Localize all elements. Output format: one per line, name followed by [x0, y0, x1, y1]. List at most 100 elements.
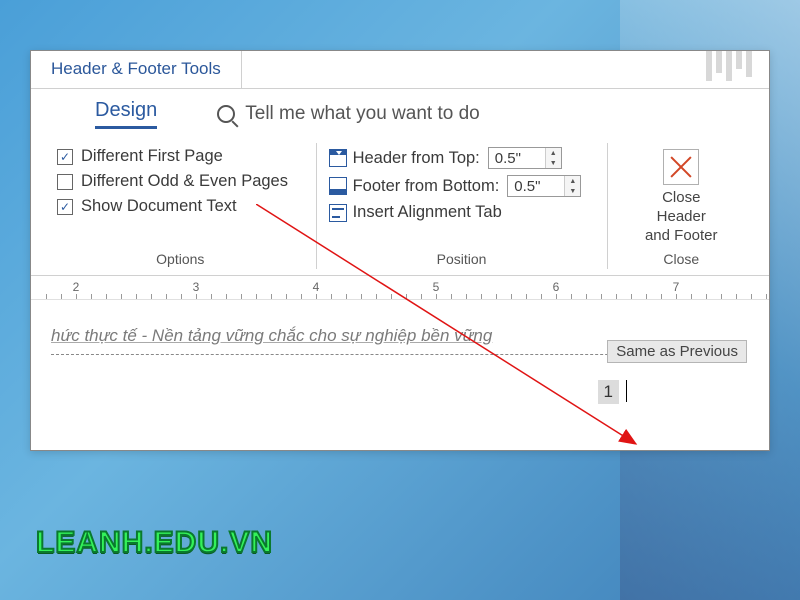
ruler-tick — [316, 294, 317, 299]
ribbon-tabs-row: Design Tell me what you want to do — [45, 89, 755, 135]
page-number-field[interactable]: 1 — [598, 380, 619, 404]
ruler-tick — [181, 294, 182, 299]
ruler-tick — [736, 294, 737, 299]
header-from-top-label: Header from Top: — [353, 149, 480, 168]
ruler-tick — [451, 294, 452, 299]
close-header-footer-button[interactable] — [663, 149, 699, 185]
ruler-tick — [391, 294, 392, 299]
ruler-tick — [331, 294, 332, 299]
ruler-tick — [61, 294, 62, 299]
ruler-tick — [421, 294, 422, 299]
ruler-tick — [46, 294, 47, 299]
ruler-tick — [196, 294, 197, 299]
ruler-tick — [766, 294, 767, 299]
ruler-tick — [571, 294, 572, 299]
group-options: ✓ Different First Page Different Odd & E… — [45, 143, 317, 269]
spinner-up[interactable]: ▲ — [565, 176, 580, 186]
ruler-tick — [346, 294, 347, 299]
ruler-mark: 6 — [553, 280, 560, 294]
text-cursor — [626, 380, 627, 402]
ruler-tick — [481, 294, 482, 299]
ruler-tick — [661, 294, 662, 299]
ruler-tick — [376, 294, 377, 299]
ruler-tick — [301, 294, 302, 299]
ruler-mark: 7 — [673, 280, 680, 294]
ruler-tick — [406, 294, 407, 299]
ruler-tick — [511, 294, 512, 299]
ruler-tick — [166, 294, 167, 299]
ruler-tick — [361, 294, 362, 299]
footer-position-icon — [329, 177, 347, 195]
insert-alignment-tab-button[interactable]: Insert Alignment Tab — [329, 203, 595, 222]
group-label-options: Options — [57, 245, 304, 267]
group-label-close: Close — [620, 245, 744, 267]
header-separator — [51, 354, 693, 355]
ruler-tick — [466, 294, 467, 299]
search-icon — [217, 105, 235, 123]
ruler-tick — [601, 294, 602, 299]
header-from-top-spinner[interactable]: 0.5" ▲ ▼ — [488, 147, 562, 169]
ribbon-groups: ✓ Different First Page Different Odd & E… — [45, 135, 755, 269]
close-button-label: Close Headerand Footer — [638, 189, 726, 245]
ruler-tick — [751, 294, 752, 299]
ribbon: Design Tell me what you want to do ✓ Dif… — [31, 89, 769, 276]
header-position-icon — [329, 149, 347, 167]
ruler-tick — [706, 294, 707, 299]
insert-alignment-label: Insert Alignment Tab — [353, 203, 502, 222]
ruler-tick — [586, 294, 587, 299]
spinner-down[interactable]: ▼ — [565, 186, 580, 196]
checkbox-icon: ✓ — [57, 199, 73, 215]
spinner-up[interactable]: ▲ — [546, 148, 561, 158]
tab-design[interactable]: Design — [95, 99, 157, 129]
ruler-tick — [496, 294, 497, 299]
checkbox-icon — [57, 174, 73, 190]
spinner-down[interactable]: ▼ — [546, 158, 561, 168]
ruler-tick — [616, 294, 617, 299]
ruler-tick — [151, 294, 152, 299]
group-label-position: Position — [329, 245, 595, 267]
header-from-top-row: Header from Top: 0.5" ▲ ▼ — [329, 147, 595, 169]
watermark-logo: LEANH.EDU.VN — [36, 526, 273, 560]
alignment-tab-icon — [329, 204, 347, 222]
checkbox-label: Different First Page — [81, 147, 223, 166]
contextual-tab-title: Header & Footer Tools — [31, 51, 242, 88]
title-bar: Header & Footer Tools — [31, 51, 769, 89]
ruler-tick — [631, 294, 632, 299]
ruler-tick — [676, 294, 677, 299]
checkbox-different-odd-even[interactable]: Different Odd & Even Pages — [57, 172, 304, 191]
footer-from-bottom-spinner[interactable]: 0.5" ▲ ▼ — [507, 175, 581, 197]
ruler-tick — [286, 294, 287, 299]
spinner-value[interactable]: 0.5" — [489, 148, 545, 168]
footer-from-bottom-row: Footer from Bottom: 0.5" ▲ ▼ — [329, 175, 595, 197]
ruler-tick — [436, 294, 437, 299]
ruler-tick — [136, 294, 137, 299]
ruler-tick — [691, 294, 692, 299]
spinner-value[interactable]: 0.5" — [508, 176, 564, 196]
ruler-tick — [211, 294, 212, 299]
ruler-tick — [256, 294, 257, 299]
checkbox-show-document-text[interactable]: ✓ Show Document Text — [57, 197, 304, 216]
ruler-tick — [226, 294, 227, 299]
ruler-mark: 3 — [193, 280, 200, 294]
ruler-tick — [106, 294, 107, 299]
title-corner-decor — [689, 51, 769, 89]
word-window: Header & Footer Tools Design Tell me wha… — [30, 50, 770, 451]
ruler-mark: 5 — [433, 280, 440, 294]
ruler-tick — [541, 294, 542, 299]
tell-me-search[interactable]: Tell me what you want to do — [217, 103, 479, 125]
ruler-tick — [526, 294, 527, 299]
ruler[interactable]: 2 3 4 5 6 7 — [31, 276, 769, 300]
checkbox-label: Show Document Text — [81, 197, 237, 216]
ruler-tick — [271, 294, 272, 299]
same-as-previous-tag[interactable]: Same as Previous — [607, 340, 747, 363]
ruler-tick — [91, 294, 92, 299]
ruler-tick — [556, 294, 557, 299]
checkbox-different-first-page[interactable]: ✓ Different First Page — [57, 147, 304, 166]
ruler-mark: 2 — [73, 280, 80, 294]
group-position: Header from Top: 0.5" ▲ ▼ Footer from Bo… — [317, 143, 608, 269]
checkbox-icon: ✓ — [57, 149, 73, 165]
ruler-mark: 4 — [313, 280, 320, 294]
tell-me-placeholder: Tell me what you want to do — [245, 103, 479, 125]
ruler-tick — [121, 294, 122, 299]
document-area[interactable]: hức thực tế - Nền tảng vững chắc cho sự … — [31, 300, 769, 450]
